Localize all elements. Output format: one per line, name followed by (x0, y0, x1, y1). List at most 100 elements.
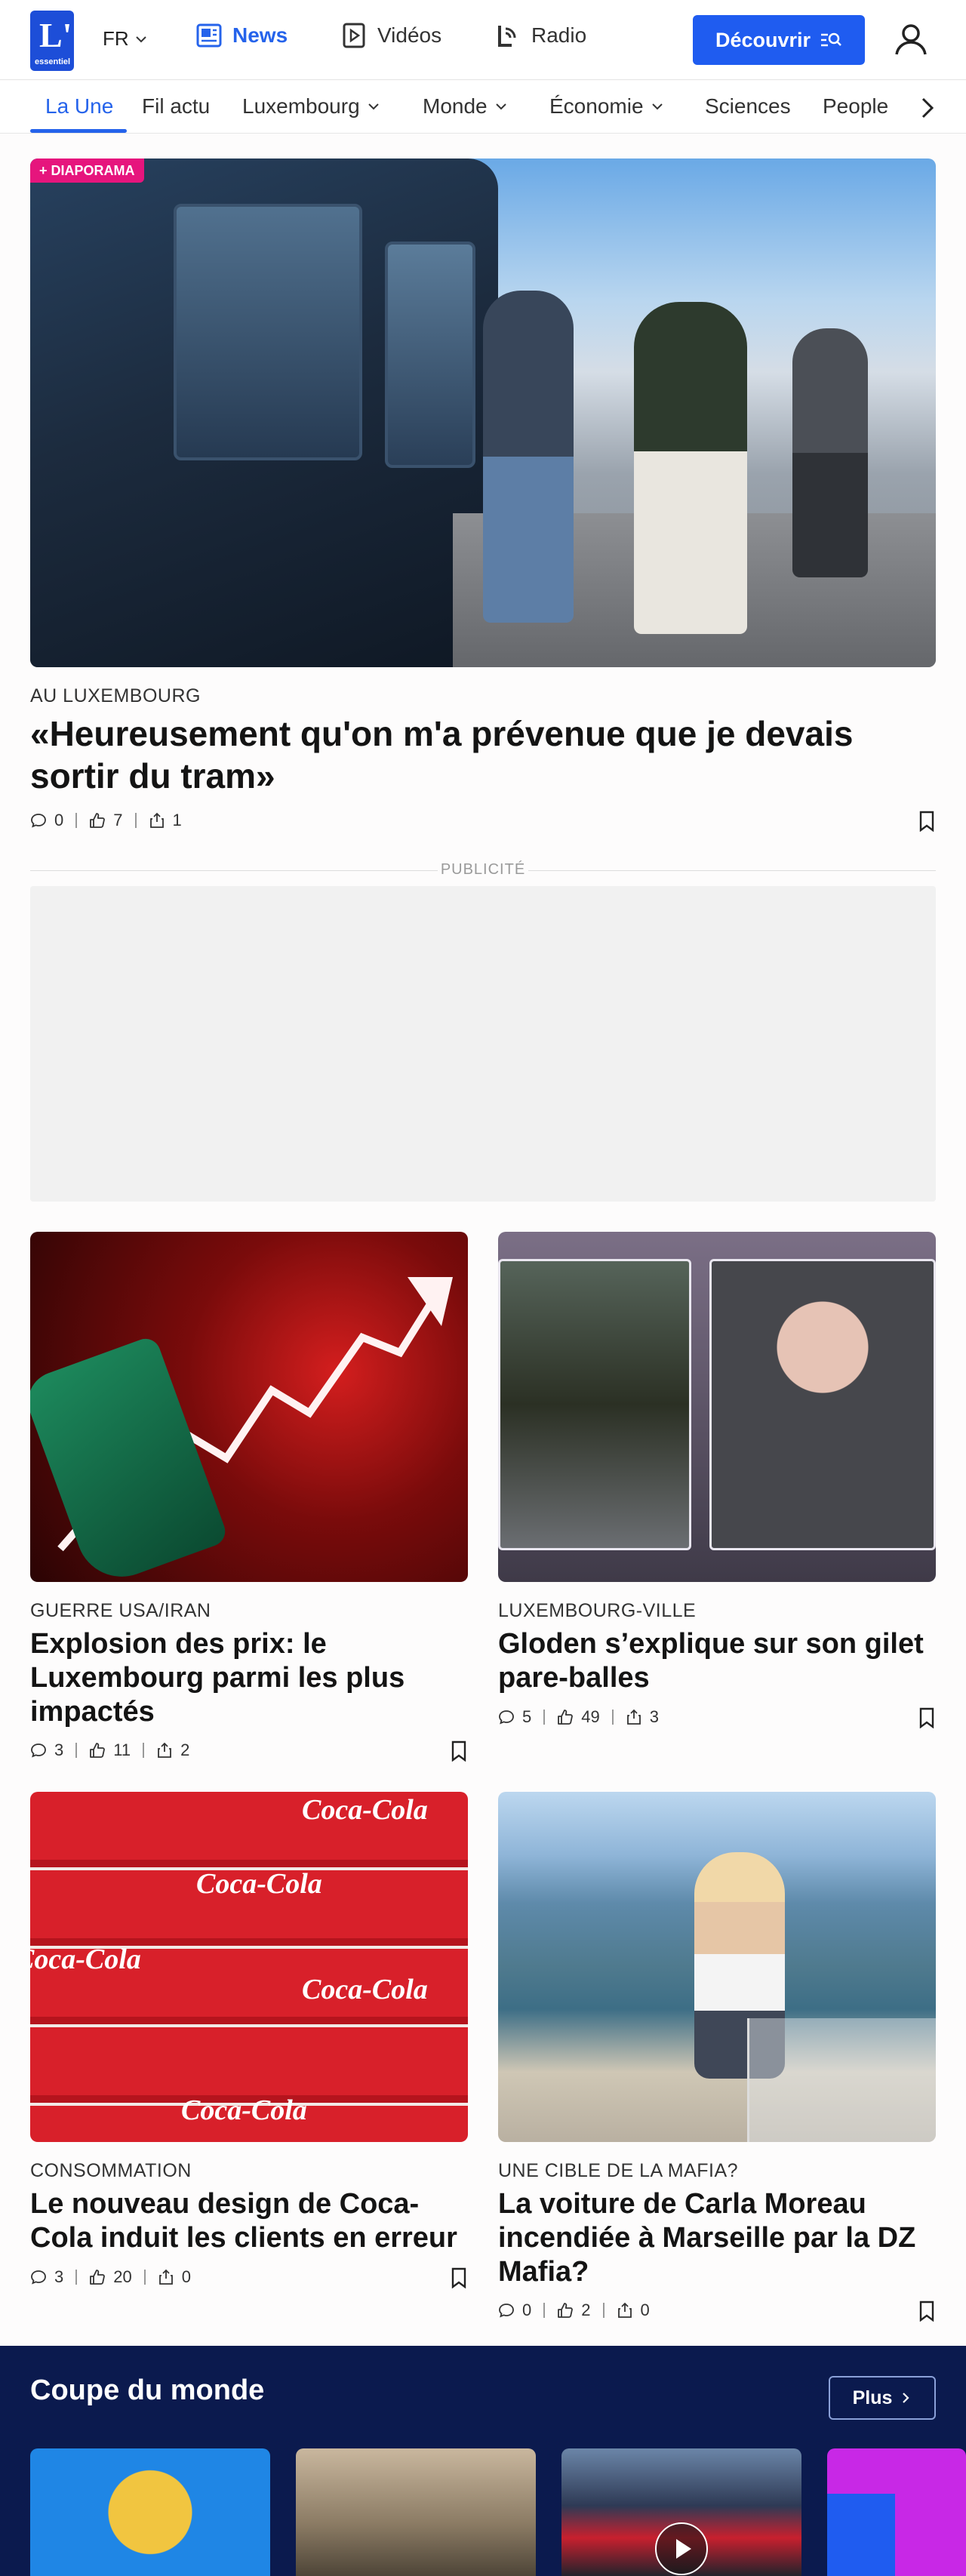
category-label: La Une (45, 94, 114, 118)
article-headline[interactable]: La voiture de Carla Moreau incendiée à M… (498, 2187, 936, 2289)
bookmark-icon[interactable] (450, 1740, 468, 1762)
bookmark-icon[interactable] (918, 811, 936, 832)
thumbs-up-icon[interactable] (89, 1742, 106, 1759)
worldcup-card[interactable] (296, 2448, 536, 2576)
category-label: People (823, 94, 889, 118)
nav-videos[interactable]: Vidéos (340, 21, 441, 50)
share-icon[interactable] (617, 2302, 633, 2319)
share-count: 1 (172, 811, 182, 829)
article-headline[interactable]: Explosion des prix: le Luxembourg parmi … (30, 1627, 468, 1729)
share-count: 3 (649, 1707, 659, 1726)
category-label: Fil actu (142, 94, 211, 118)
article-image[interactable]: Coca-Cola Coca-Cola Coca-Cola Coca-Cola … (30, 1792, 468, 2142)
divider (143, 1743, 145, 1758)
comment-count: 5 (522, 1707, 532, 1726)
hero-article-image[interactable] (30, 158, 936, 667)
search-list-icon (821, 32, 841, 47)
share-icon[interactable] (158, 2269, 174, 2285)
article-headline[interactable]: Gloden s’explique sur son gilet pare-bal… (498, 1627, 936, 1695)
divider (543, 2303, 546, 2318)
category-sciences[interactable]: Sciences (705, 94, 791, 118)
nav-news[interactable]: News (195, 21, 288, 50)
like-count: 2 (581, 2301, 591, 2319)
article-kicker: UNE CIBLE DE LA MAFIA? (498, 2160, 739, 2181)
ad-slot[interactable] (30, 886, 936, 1202)
slideshow-badge: + DIAPORAMA (30, 158, 144, 183)
comment-icon[interactable] (30, 812, 47, 829)
coca-cola-logo-text: Coca-Cola (181, 2094, 307, 2126)
language-label: FR (103, 27, 129, 50)
thumbs-up-icon[interactable] (557, 1709, 574, 1725)
language-selector[interactable]: FR (103, 27, 149, 51)
logo-text: essentiel (35, 57, 71, 66)
site-logo[interactable]: L' essentiel (30, 11, 74, 71)
news-icon (196, 23, 222, 48)
article-kicker: LUXEMBOURG-VILLE (498, 1600, 697, 1621)
category-people[interactable]: People (823, 94, 888, 118)
comment-count: 0 (54, 811, 64, 829)
nav-radio[interactable]: Radio (494, 21, 586, 50)
article-kicker: CONSOMMATION (30, 2160, 192, 2181)
comment-icon[interactable] (498, 1709, 515, 1725)
chevron-right-icon[interactable] (913, 94, 940, 122)
hero-headline[interactable]: «Heureusement qu'on m'a prévenue que je … (30, 712, 936, 797)
share-icon[interactable] (626, 1709, 642, 1725)
user-account-icon[interactable] (892, 21, 930, 59)
top-header: L' essentiel FR News Vidéos Radio Découv… (0, 0, 966, 80)
category-label: Économie (549, 94, 644, 118)
article-stats: 5 49 3 (498, 1707, 659, 1727)
nav-videos-label: Vidéos (377, 23, 442, 47)
comment-count: 3 (54, 2267, 64, 2286)
coca-cola-logo-text: Coca-Cola (30, 1944, 141, 1975)
thumbs-up-icon[interactable] (557, 2302, 574, 2319)
divider (143, 2270, 146, 2285)
article-image[interactable] (30, 1232, 468, 1582)
thumbs-up-icon[interactable] (89, 2269, 106, 2285)
bookmark-icon[interactable] (450, 2267, 468, 2288)
like-count: 7 (113, 811, 123, 829)
article-stats: 0 2 0 (498, 2301, 650, 2320)
bookmark-icon[interactable] (918, 2301, 936, 2322)
radio-icon (498, 26, 516, 47)
nav-news-label: News (232, 23, 288, 47)
category-economie[interactable]: Économie (549, 94, 665, 118)
play-video-icon[interactable] (654, 2521, 709, 2576)
coca-cola-logo-text: Coca-Cola (302, 1794, 428, 1826)
hero-stats: 0 7 1 (30, 811, 182, 830)
discover-button[interactable]: Découvrir (693, 15, 865, 65)
share-icon[interactable] (149, 812, 165, 829)
nav-radio-label: Radio (531, 23, 587, 47)
chevron-down-icon (651, 103, 663, 110)
share-count: 0 (640, 2301, 650, 2319)
more-label: Plus (852, 2387, 893, 2408)
article-image[interactable] (498, 1792, 936, 2142)
article-image[interactable] (498, 1232, 936, 1582)
more-button[interactable]: Plus (829, 2376, 936, 2420)
discover-label: Découvrir (715, 28, 811, 51)
share-count: 2 (180, 1740, 190, 1759)
comment-count: 3 (54, 1740, 64, 1759)
comment-icon[interactable] (498, 2302, 515, 2319)
share-icon[interactable] (156, 1742, 173, 1759)
divider (602, 2303, 605, 2318)
play-square-icon (343, 23, 365, 48)
like-count: 11 (113, 1740, 131, 1759)
category-label: Sciences (705, 94, 791, 118)
category-monde[interactable]: Monde (423, 94, 509, 118)
graphic-block (827, 2494, 895, 2576)
chevron-down-icon (495, 103, 506, 110)
bookmark-icon[interactable] (918, 1707, 936, 1728)
comment-icon[interactable] (30, 2269, 47, 2285)
category-la-une[interactable]: La Une (45, 94, 113, 118)
worldcup-card[interactable] (30, 2448, 270, 2576)
like-count: 49 (581, 1707, 600, 1726)
comment-icon[interactable] (30, 1742, 47, 1759)
category-fil-actu[interactable]: Fil actu (142, 94, 210, 118)
article-headline[interactable]: Le nouveau design de Coca-Cola induit le… (30, 2187, 468, 2255)
worldcup-section: Coupe du monde Plus (0, 2346, 966, 2576)
category-luxembourg[interactable]: Luxembourg (242, 94, 381, 118)
thumbs-up-icon[interactable] (89, 812, 106, 829)
worldcup-card[interactable] (827, 2448, 966, 2576)
divider (75, 813, 78, 828)
photo-panel (709, 1259, 936, 1550)
